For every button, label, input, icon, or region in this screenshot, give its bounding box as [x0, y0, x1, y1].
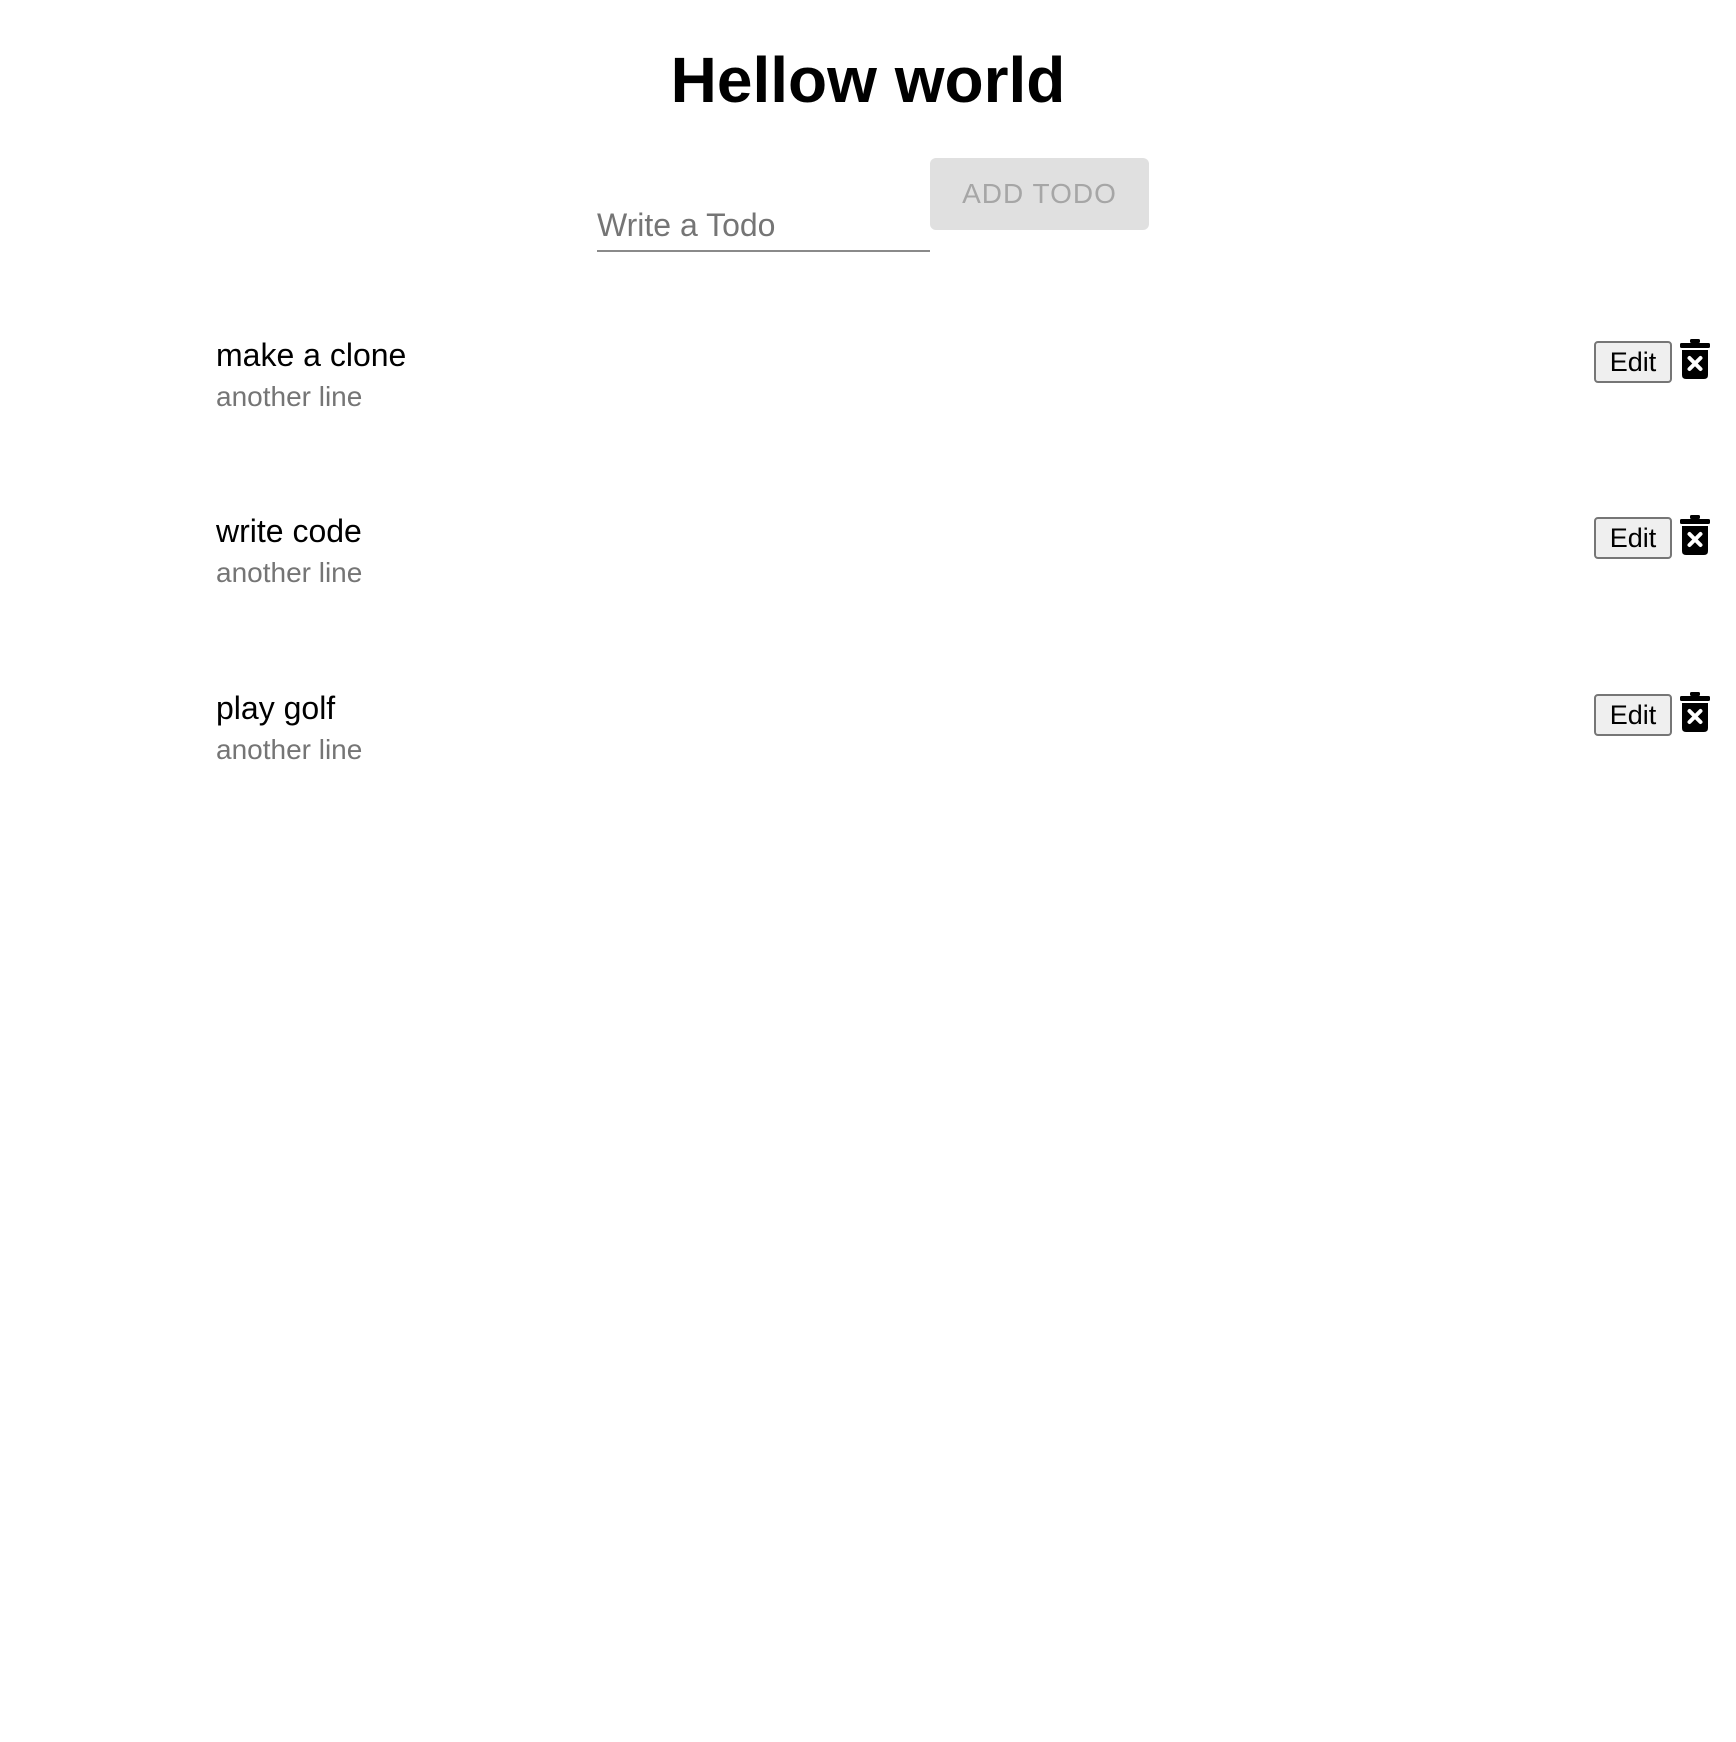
todo-subtitle: another line — [216, 381, 363, 412]
list-item: make a clone another line Edit — [0, 335, 1736, 445]
list-item: write code another line Edit — [0, 511, 1736, 621]
todo-title: write code — [216, 513, 362, 549]
todo-text: play golf another line — [216, 688, 362, 768]
list-item: play golf another line Edit — [0, 688, 1736, 798]
delete-button[interactable] — [1680, 339, 1710, 379]
todo-input[interactable] — [597, 200, 930, 252]
trash-x-icon — [1680, 339, 1710, 379]
delete-button[interactable] — [1680, 692, 1710, 732]
trash-x-icon — [1680, 692, 1710, 732]
edit-button[interactable]: Edit — [1594, 517, 1672, 559]
edit-button[interactable]: Edit — [1594, 694, 1672, 736]
page-title: Hellow world — [670, 44, 1066, 116]
todo-title: make a clone — [216, 337, 407, 373]
edit-button[interactable]: Edit — [1594, 341, 1672, 383]
todo-app: Hellow world ADD TODO make a clone anoth… — [0, 0, 1736, 1742]
delete-button[interactable] — [1680, 515, 1710, 555]
add-todo-button[interactable]: ADD TODO — [930, 158, 1149, 230]
todo-title: play golf — [216, 690, 336, 726]
todo-subtitle: another line — [216, 734, 363, 765]
todo-subtitle: another line — [216, 557, 363, 588]
todo-form: ADD TODO — [597, 158, 1149, 258]
trash-x-icon — [1680, 515, 1710, 555]
todo-text: write code another line — [216, 511, 362, 591]
todo-text: make a clone another line — [216, 335, 406, 415]
